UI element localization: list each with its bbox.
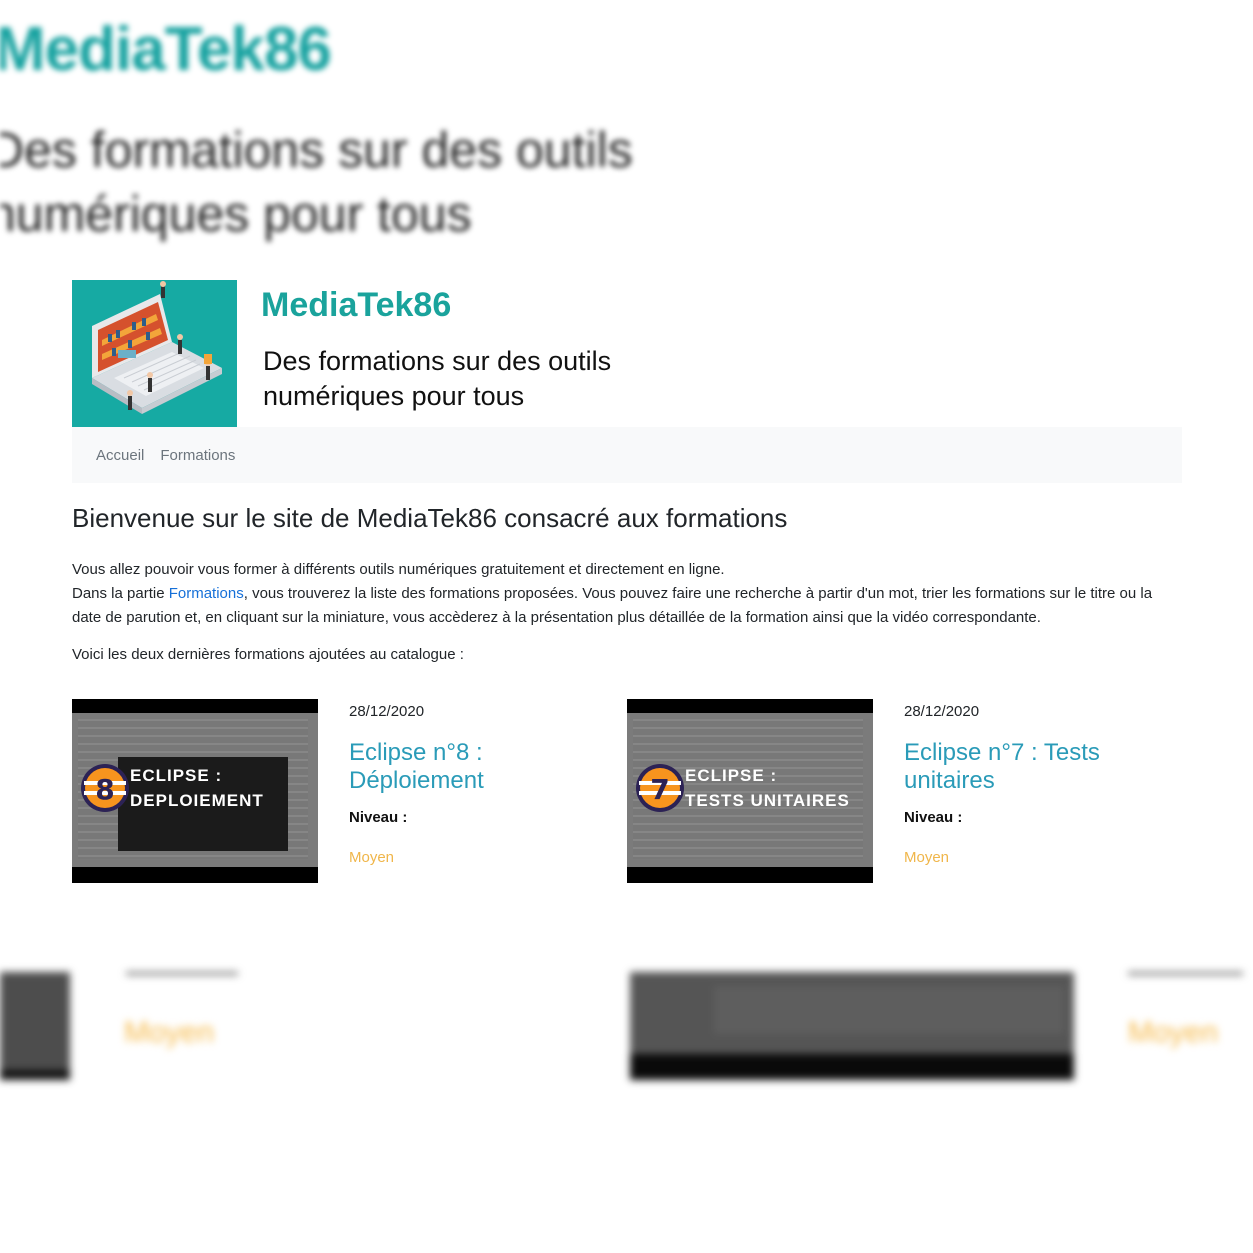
badge-number: 7 <box>650 773 669 806</box>
thumbnail-caption-line1: ECLIPSE : <box>685 766 778 785</box>
main-navbar: Accueil Formations <box>72 427 1182 483</box>
thumbnail-caption: ECLIPSE : DEPLOIEMENT <box>130 763 264 813</box>
eclipse-logo-icon: 7 <box>636 764 684 812</box>
tagline-line1: Des formations sur des outils <box>263 346 612 376</box>
training-card: 8 ECLIPSE : DEPLOIEMENT 28/12/2020 Eclip… <box>72 699 572 889</box>
thumbnail-caption-line2: DEPLOIEMENT <box>130 791 264 810</box>
site-tagline: Des formations sur des outils numériques… <box>263 344 683 414</box>
training-level-label: Niveau : <box>904 809 963 826</box>
backdrop-thumbnail-left <box>0 972 70 1080</box>
tagline-line2: numériques pour tous <box>263 381 525 411</box>
page-title: Bienvenue sur le site de MediaTek86 cons… <box>72 503 788 533</box>
site-brand: MediaTek86 <box>261 286 452 324</box>
site-header: MediaTek86 Des formations sur des outils… <box>72 280 1182 427</box>
nav-item-accueil[interactable]: Accueil <box>96 447 144 464</box>
site-logo[interactable] <box>72 280 237 427</box>
catalogue-text: Voici les deux dernières formations ajou… <box>72 646 464 663</box>
backdrop-level-right: Moyen <box>1128 1016 1219 1049</box>
training-title[interactable]: Eclipse n°8 : Déploiement <box>349 739 569 795</box>
training-date: 28/12/2020 <box>904 703 980 720</box>
badge-number: 8 <box>95 773 114 806</box>
backdrop-rule <box>126 972 238 975</box>
thumbnail-caption-line1: ECLIPSE : <box>130 766 223 785</box>
intro-text-pre: Dans la partie <box>72 585 169 602</box>
formations-link[interactable]: Formations <box>169 585 244 602</box>
page: MediaTek86 Des formations sur des outils… <box>72 280 1182 889</box>
backdrop-tagline: Des formations sur des outils numériques… <box>0 118 633 246</box>
laptop-library-illustration <box>92 281 222 414</box>
backdrop-thumbnail-right <box>630 972 1074 1080</box>
backdrop-tagline-line2: numériques pour tous <box>0 186 472 242</box>
backdrop-brand: MediaTek86 <box>0 15 332 84</box>
backdrop-tagline-line1: Des formations sur des outils <box>0 122 633 178</box>
training-date: 28/12/2020 <box>349 703 425 720</box>
backdrop-rule <box>1128 972 1243 975</box>
backdrop-top: MediaTek86 Des formations sur des outils… <box>0 0 1253 280</box>
backdrop-bottom: Moyen Moyen <box>0 972 1253 1092</box>
latest-trainings: 8 ECLIPSE : DEPLOIEMENT 28/12/2020 Eclip… <box>72 699 1182 889</box>
thumbnail-caption: ECLIPSE : TESTS UNITAIRES <box>685 763 850 813</box>
training-thumbnail[interactable]: 8 ECLIPSE : DEPLOIEMENT <box>72 699 318 883</box>
backdrop-level-left: Moyen <box>124 1016 215 1049</box>
intro-paragraph: Vous allez pouvoir vous former à différe… <box>72 558 1182 630</box>
nav-item-formations[interactable]: Formations <box>160 447 235 464</box>
intro-line1: Vous allez pouvoir vous former à différe… <box>72 561 725 578</box>
training-level: Moyen <box>349 849 395 866</box>
training-level: Moyen <box>904 849 950 866</box>
training-title[interactable]: Eclipse n°7 : Tests unitaires <box>904 739 1124 795</box>
thumbnail-caption-line2: TESTS UNITAIRES <box>685 791 850 810</box>
training-thumbnail[interactable]: 7 ECLIPSE : TESTS UNITAIRES <box>627 699 873 883</box>
training-level-label: Niveau : <box>349 809 408 826</box>
eclipse-logo-icon: 8 <box>81 764 129 812</box>
training-card: 7 ECLIPSE : TESTS UNITAIRES 28/12/2020 E… <box>627 699 1127 889</box>
